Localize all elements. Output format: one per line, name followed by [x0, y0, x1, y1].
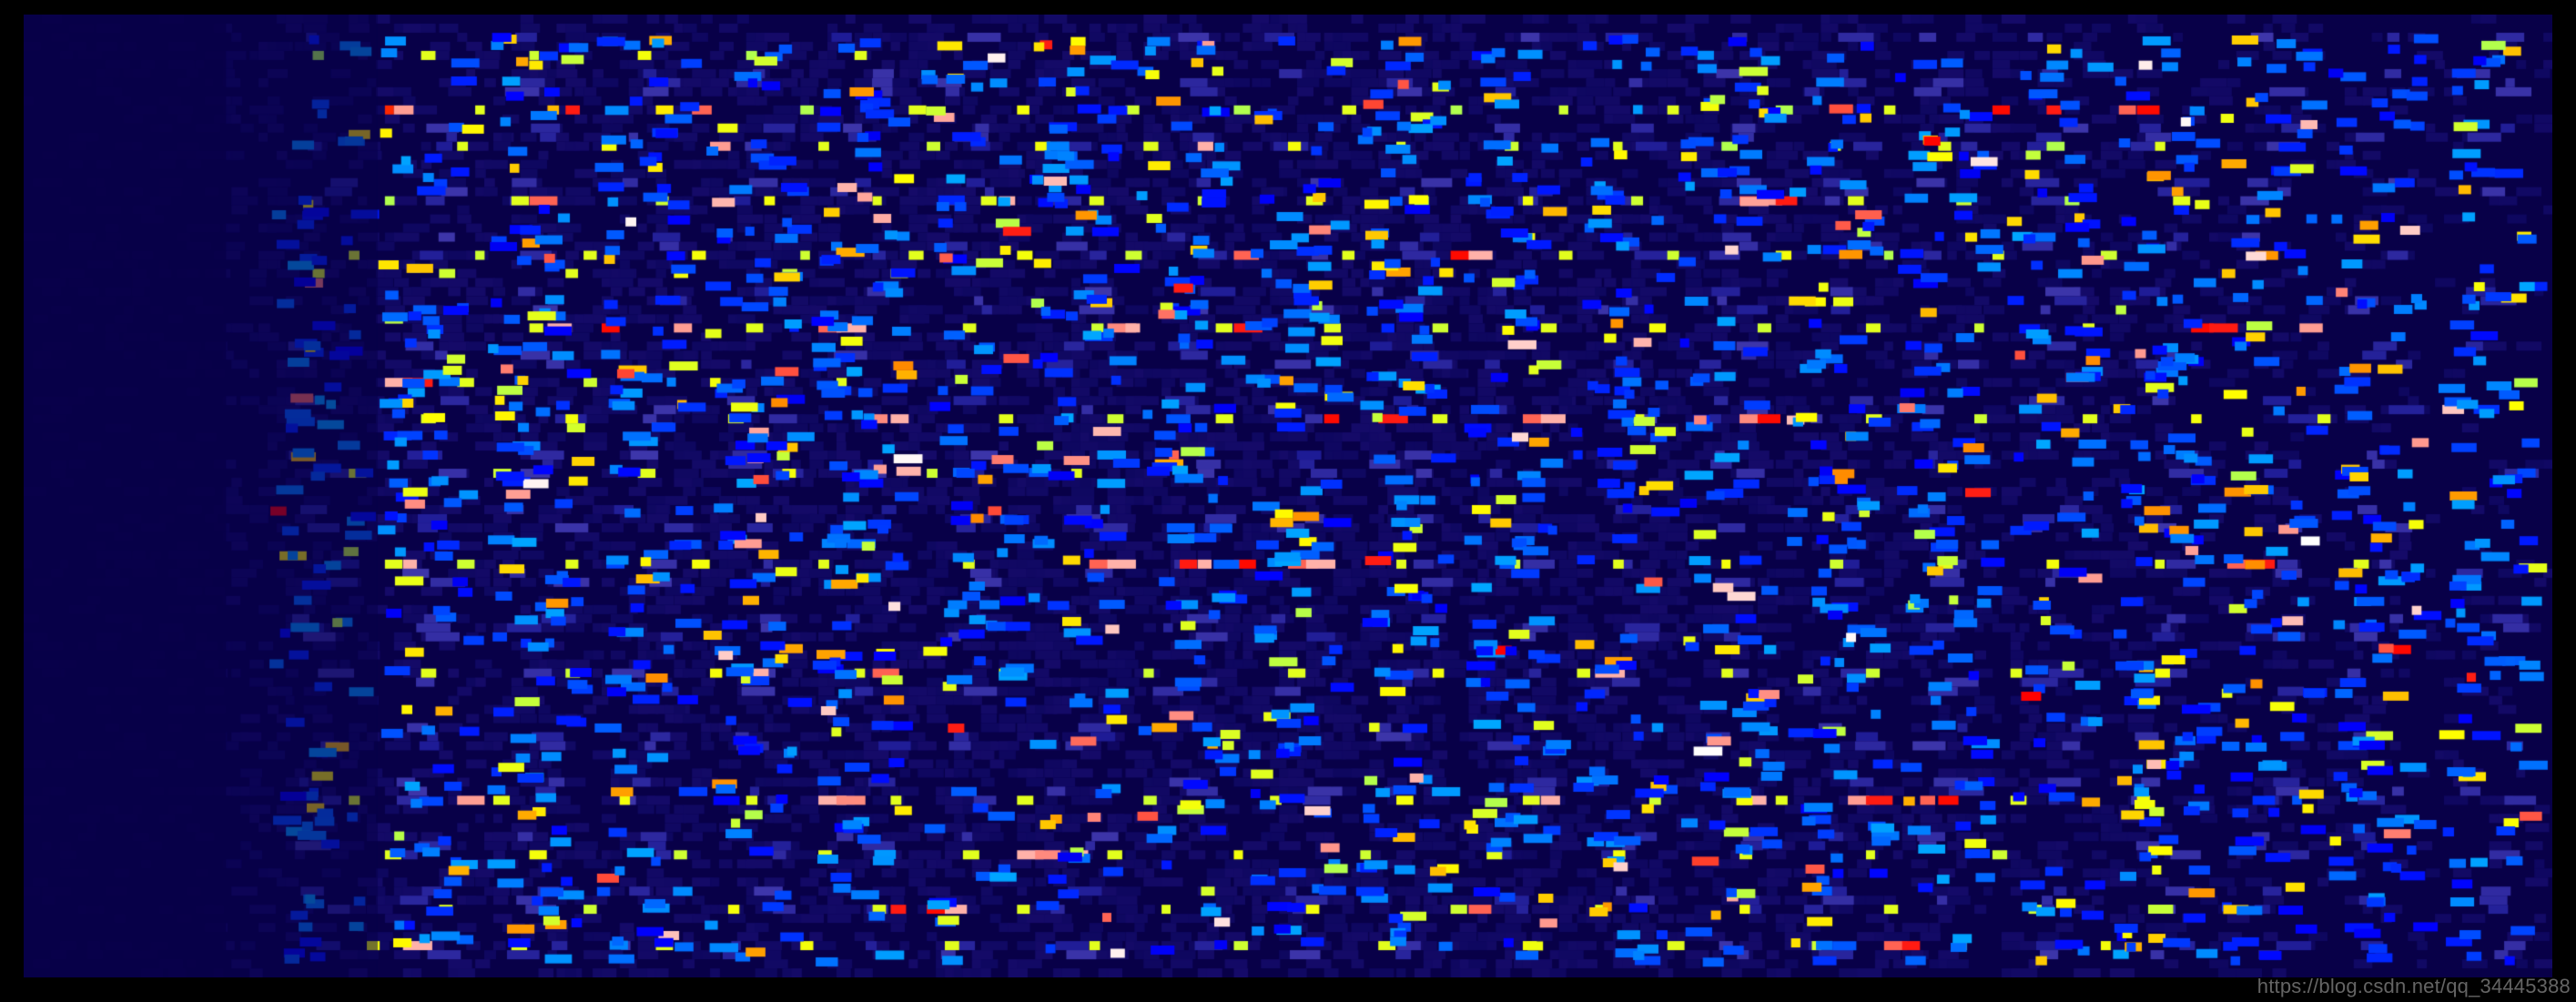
watermark-text: https://blog.csdn.net/qq_34445388	[2257, 975, 2571, 998]
heatmap-canvas	[24, 15, 2552, 977]
heatmap-plot	[24, 15, 2552, 977]
figure-container: https://blog.csdn.net/qq_34445388	[0, 0, 2576, 1002]
